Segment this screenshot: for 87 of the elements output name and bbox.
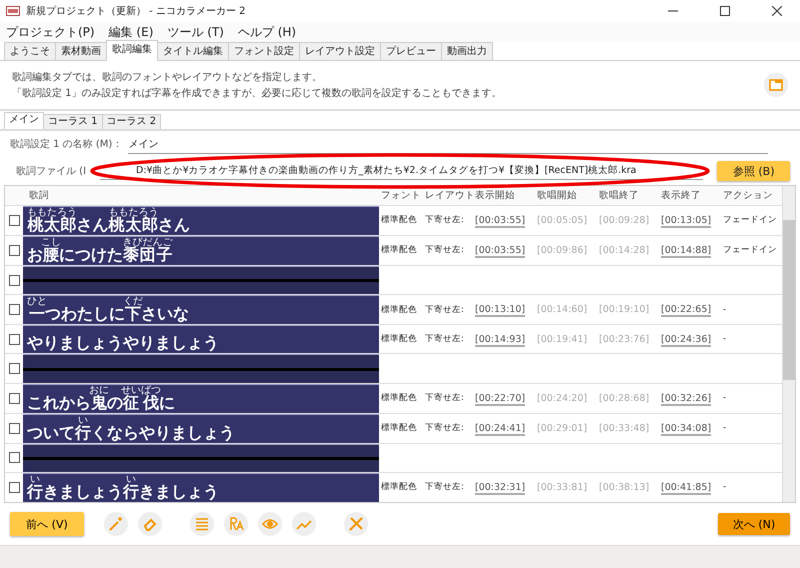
time-cell[interactable]: [00:22:70] bbox=[475, 392, 526, 406]
table-cell: 下寄せ左: bbox=[425, 333, 464, 346]
description-text: 歌詞編集タブでは、歌詞のフォントやレイアウトなどを指定します。 bbox=[12, 70, 323, 84]
table-cell: 標準配色 bbox=[381, 422, 417, 434]
description-text: 「歌詞設定 1」のみ設定すれば字幕を作成できますが、必要に応じて複数の歌詞を設定することもできます。 bbox=[12, 86, 503, 100]
table-cell: 標準配色 bbox=[381, 481, 417, 494]
menu-item[interactable]: 編集 (E) bbox=[108, 22, 154, 42]
file-path-field[interactable]: D:¥曲とか¥カラオケ字幕付きの楽曲動画の作り方_素材たち¥2.タイムタグを打つ¥【変換】[RecENT]桃太郎.kra bbox=[100, 162, 704, 180]
sub-tab[interactable]: コーラス 2 bbox=[102, 114, 162, 129]
time-cell[interactable]: [00:32:31] bbox=[475, 482, 526, 495]
column-header: レイアウト bbox=[424, 188, 473, 202]
column-header: 表示終了 bbox=[660, 188, 702, 202]
table-cell: 下寄せ左: bbox=[425, 481, 464, 494]
window-title: 新規プロジェクト（更新） - ニコカラメーカー 2 bbox=[26, 4, 247, 18]
time-cell[interactable]: [00:24:36] bbox=[661, 334, 712, 347]
browse-button[interactable]: 参照 (B) bbox=[717, 161, 790, 181]
tab[interactable]: タイトル編集 bbox=[157, 42, 229, 60]
time-cell[interactable]: [00:13:10] bbox=[475, 304, 526, 318]
time-cell[interactable]: [00:14:88] bbox=[661, 244, 712, 258]
tab[interactable]: フォント設定 bbox=[228, 42, 300, 60]
name-field[interactable]: メイン bbox=[128, 134, 768, 154]
name-label: 歌詞設定 1 の名称 (M)： bbox=[10, 138, 122, 151]
table-cell: 標準配色 bbox=[381, 214, 417, 226]
sub-tab[interactable]: メイン bbox=[4, 112, 44, 129]
column-header: 歌唱終了 bbox=[598, 188, 640, 202]
checkbox[interactable] bbox=[8, 482, 20, 493]
app-icon bbox=[6, 6, 20, 16]
table-cell: - bbox=[723, 482, 726, 492]
checkbox[interactable] bbox=[8, 244, 20, 256]
time-cell[interactable]: [00:14:93] bbox=[475, 334, 526, 347]
table-cell: 下寄せ左: bbox=[425, 304, 464, 316]
table-cell: - bbox=[723, 304, 726, 315]
lyric-cell: お腰 こし につけた黍団子 きびだんご bbox=[23, 236, 379, 265]
menu-item[interactable]: ヘルプ (H) bbox=[238, 22, 296, 42]
table-cell: - bbox=[723, 393, 726, 404]
table-cell: 標準配色 bbox=[381, 244, 417, 256]
sub-tab[interactable]: コーラス 1 bbox=[43, 114, 103, 129]
table-cell: フェードイン bbox=[723, 214, 777, 226]
time-cell[interactable]: [00:03:55] bbox=[475, 214, 526, 228]
table-cell: 下寄せ左: bbox=[425, 392, 464, 404]
previous-button[interactable]: 前へ (V) bbox=[10, 512, 84, 536]
lyric-cell: これから鬼 おに の征伐 せいばつ に bbox=[23, 384, 379, 413]
table-cell: 標準配色 bbox=[381, 392, 417, 404]
time-cell[interactable]: [00:22:65] bbox=[661, 304, 712, 318]
column-header: 歌詞 bbox=[28, 188, 50, 202]
column-header: 歌唱開始 bbox=[536, 188, 578, 202]
lyric-cell: 桃太郎 ももたろう さん桃太郎 ももたろう さん bbox=[23, 206, 379, 235]
checkbox[interactable] bbox=[8, 422, 20, 434]
time-cell[interactable]: [00:41:85] bbox=[661, 482, 712, 495]
time-cell[interactable]: [00:13:05] bbox=[661, 214, 712, 228]
menu-item[interactable]: ツール (T) bbox=[167, 22, 224, 42]
table-cell: 下寄せ左: bbox=[425, 214, 464, 226]
tab[interactable]: レイアウト設定 bbox=[299, 42, 381, 60]
table-cell: - bbox=[723, 423, 726, 434]
table-cell: 下寄せ左: bbox=[425, 422, 464, 434]
lyric-cell: やりましょうやりましょう bbox=[23, 325, 379, 354]
time-cell[interactable]: [00:34:08] bbox=[661, 422, 712, 436]
menu-item[interactable]: プロジェクト(P) bbox=[6, 22, 95, 42]
time-cell[interactable]: [00:24:41] bbox=[475, 422, 526, 436]
file-label: 歌詞ファイル (I bbox=[16, 164, 86, 178]
lyric-cell: ついて行 い くならやりましょう bbox=[23, 414, 379, 443]
checkbox[interactable] bbox=[8, 214, 20, 226]
table-cell: 標準配色 bbox=[381, 304, 417, 316]
checkbox[interactable] bbox=[8, 452, 20, 464]
tab[interactable]: プレビュー bbox=[380, 42, 442, 60]
table-cell: - bbox=[723, 334, 726, 344]
table-cell: 標準配色 bbox=[381, 333, 417, 346]
column-header: フォント bbox=[380, 188, 422, 202]
checkbox[interactable] bbox=[8, 392, 20, 404]
checkbox[interactable] bbox=[8, 274, 20, 286]
checkbox[interactable] bbox=[8, 363, 20, 374]
tab[interactable]: 素材動画 bbox=[55, 42, 107, 60]
table-cell: フェードイン bbox=[723, 244, 777, 256]
tab[interactable]: 歌詞編集 bbox=[106, 40, 158, 61]
time-cell[interactable]: [00:32:26] bbox=[661, 392, 712, 406]
tab[interactable]: ようこそ bbox=[4, 42, 56, 60]
next-button[interactable]: 次へ (N) bbox=[718, 513, 790, 535]
time-cell[interactable]: [00:03:55] bbox=[475, 244, 526, 258]
tab[interactable]: 動画出力 bbox=[441, 42, 493, 60]
lyric-cell: 行 い きましょう 行 い きましょう bbox=[23, 472, 379, 502]
checkbox[interactable] bbox=[8, 304, 20, 316]
table-cell: 下寄せ左: bbox=[425, 244, 464, 256]
lyric-cell: 一 ひと つわたしに下 くだ さいな bbox=[23, 295, 379, 324]
checkbox[interactable] bbox=[8, 334, 20, 345]
column-header: アクション bbox=[722, 188, 774, 202]
scrollbar[interactable] bbox=[782, 186, 795, 502]
column-header: 表示開始 bbox=[474, 188, 516, 202]
